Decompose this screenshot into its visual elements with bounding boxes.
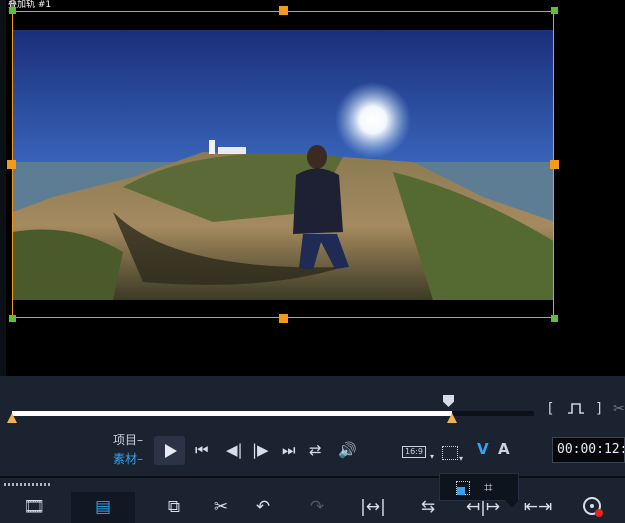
undo-icon[interactable]: ↶ (240, 492, 286, 523)
redo-icon[interactable]: ↷ (294, 492, 340, 523)
crop-icon[interactable]: ⌗ (484, 478, 492, 496)
chevron-down-icon[interactable]: ▾ (430, 450, 434, 464)
marquee-select-icon[interactable] (442, 446, 458, 460)
scrubber-progress (12, 411, 453, 416)
drag-grip[interactable] (4, 483, 50, 486)
popup-pointer (505, 500, 519, 508)
panorama-video-frame (13, 12, 553, 317)
project-mode-label[interactable]: 项目– (113, 433, 143, 447)
step-back-icon[interactable]: ◀| (226, 441, 243, 459)
timecode-display[interactable]: 00:00:12: (552, 437, 625, 463)
play-button[interactable] (154, 436, 185, 465)
repeat-icon[interactable]: ⇄ (309, 441, 322, 459)
resize-handle-right[interactable] (550, 160, 559, 169)
storyboard-view-icon[interactable]: 🎞 (11, 492, 57, 523)
resize-handle-left[interactable] (7, 160, 16, 169)
scissors-icon[interactable]: ✂ (613, 402, 625, 416)
resize-handle-corner-tr[interactable] (551, 7, 558, 14)
trim-in-marker[interactable] (7, 413, 17, 423)
resize-handle-corner-br[interactable] (551, 315, 558, 322)
tools-icon[interactable]: ✂ (198, 492, 244, 523)
panel-divider (0, 476, 625, 478)
resize-handle-corner-bl[interactable] (9, 315, 16, 322)
copy-clip-icon[interactable]: ⧉ (151, 492, 197, 523)
split-clip-icon[interactable] (566, 401, 586, 415)
resize-mode-icon[interactable] (456, 481, 470, 495)
resize-handle-top[interactable] (279, 6, 288, 15)
step-forward-icon[interactable]: |▶ (252, 441, 269, 459)
skip-start-icon[interactable]: ⏮ (195, 441, 209, 459)
fit-timeline-icon[interactable]: |↔| (350, 492, 396, 523)
trim-out-marker[interactable] (447, 413, 457, 423)
clip-mode-label[interactable]: 素材– (113, 452, 143, 466)
resize-handle-corner-tl[interactable] (9, 7, 16, 14)
chevron-down-icon[interactable]: ▾ (459, 452, 463, 466)
video-toggle[interactable]: V (477, 442, 489, 457)
volume-icon[interactable]: 🔊 (338, 441, 357, 459)
mark-in-bracket-icon[interactable]: [ (548, 402, 553, 416)
audio-toggle[interactable]: A (498, 442, 510, 457)
record-capture-icon[interactable] (570, 492, 616, 523)
expand-icon[interactable]: ⇤⇥ (515, 492, 561, 523)
transform-popup: ⌗ (439, 473, 519, 501)
aspect-ratio-button[interactable]: 16:9 (402, 446, 426, 458)
mark-out-bracket-icon[interactable]: ] (596, 402, 601, 416)
timeline-view-icon[interactable]: ▤ (71, 492, 135, 523)
resize-handle-bottom[interactable] (279, 314, 288, 323)
skip-end-icon[interactable]: ⏭ (282, 441, 296, 459)
overlay-clip-frame[interactable] (12, 11, 554, 318)
